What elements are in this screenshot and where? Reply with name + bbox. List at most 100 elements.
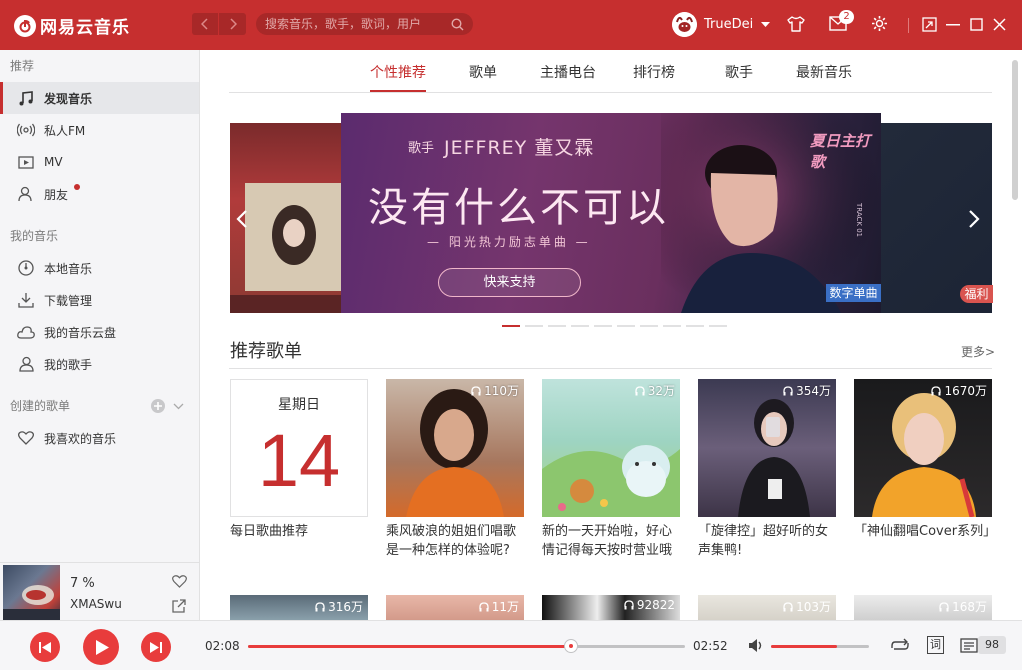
- play-button[interactable]: [83, 629, 119, 665]
- playlist-cover[interactable]: 11万: [386, 595, 524, 620]
- sidebar-item-cloud[interactable]: 我的音乐云盘: [0, 316, 199, 348]
- daily-recommend-card[interactable]: 星期日 14 每日歌曲推荐: [230, 379, 368, 541]
- banner-dot[interactable]: [594, 325, 612, 327]
- headphones-icon: [471, 385, 481, 396]
- download-icon: [17, 292, 35, 308]
- tab-radio[interactable]: 主播电台: [540, 62, 596, 82]
- now-playing-panel[interactable]: 7 % XMASwu: [0, 562, 200, 622]
- playlist-caption[interactable]: 每日歌曲推荐: [230, 522, 372, 541]
- banner-main-slide[interactable]: 歌手 JEFFREY 董又霖 没有什么不可以 — 阳光热力励志单曲 — 快来支持…: [341, 113, 881, 313]
- forward-button[interactable]: [219, 13, 246, 35]
- play-count: 110万: [471, 382, 519, 399]
- banner-prev-arrow-icon[interactable]: [236, 210, 248, 228]
- maximize-icon[interactable]: [970, 18, 983, 31]
- sidebar-item-fm[interactable]: 私人FM: [0, 114, 199, 146]
- banner-dot[interactable]: [617, 325, 635, 327]
- playlist-cover[interactable]: 1670万: [854, 379, 992, 517]
- playlist-caption[interactable]: 新的一天开始啦，好心情记得每天按时营业哦: [542, 522, 684, 560]
- skin-icon[interactable]: [787, 15, 805, 33]
- headphones-icon: [931, 385, 942, 396]
- sidebar-header-my-music: 我的音乐: [10, 229, 59, 243]
- play-count: 354万: [783, 382, 831, 399]
- play-count-value: 11万: [491, 600, 519, 614]
- volume-icon[interactable]: [748, 638, 765, 653]
- playlist-caption[interactable]: 「神仙翻唱Cover系列」: [854, 522, 996, 541]
- search-icon[interactable]: [451, 18, 464, 31]
- lyrics-button[interactable]: 词: [927, 636, 944, 654]
- banner-prev-slide[interactable]: [230, 123, 350, 313]
- play-count: 1670万: [931, 382, 987, 399]
- user-menu[interactable]: TrueDei: [672, 12, 771, 37]
- playlist-cover[interactable]: 92822: [542, 595, 680, 620]
- more-link[interactable]: 更多>: [961, 343, 995, 360]
- sidebar-item-label: 私人FM: [44, 123, 86, 138]
- playlist-cover[interactable]: 168万: [854, 595, 992, 620]
- tab-artists[interactable]: 歌手: [725, 62, 753, 82]
- banner-dot[interactable]: [686, 325, 704, 327]
- album-cover[interactable]: [3, 565, 60, 622]
- sidebar-item-mv[interactable]: MV: [0, 146, 199, 178]
- sidebar-item-discover[interactable]: 发现音乐: [0, 82, 199, 114]
- friends-icon: [17, 186, 35, 202]
- mini-mode-icon[interactable]: [922, 17, 937, 32]
- daily-calendar[interactable]: 星期日 14: [230, 379, 368, 517]
- headphones-icon: [635, 385, 645, 396]
- playlist-caption[interactable]: 「旋律控」超好听的女声集鸭!: [698, 522, 840, 560]
- close-icon[interactable]: [993, 18, 1006, 31]
- sidebar: 推荐 发现音乐 私人FM MV 朋友 我的音乐 本地音乐 下载管理 我的音乐云盘…: [0, 50, 200, 562]
- loop-mode-icon[interactable]: [891, 638, 909, 653]
- playlist-caption[interactable]: 乘风破浪的姐姐们唱歌是一种怎样的体验呢?: [386, 522, 528, 560]
- playlist-card[interactable]: 32万 新的一天开始啦，好心情记得每天按时营业哦: [542, 379, 680, 560]
- playlist-cover[interactable]: 110万: [386, 379, 524, 517]
- banner-support-button[interactable]: 快来支持: [438, 268, 581, 297]
- banner-next-arrow-icon[interactable]: [968, 210, 980, 228]
- banner-dot[interactable]: [640, 325, 658, 327]
- sidebar-item-friends[interactable]: 朋友: [0, 178, 199, 210]
- play-count-value: 316万: [328, 600, 363, 614]
- like-heart-icon[interactable]: [172, 575, 187, 588]
- banner-dot[interactable]: [502, 325, 520, 327]
- tab-personal-recommend[interactable]: 个性推荐: [370, 62, 426, 82]
- friends-label: 朋友: [44, 187, 69, 202]
- tab-charts[interactable]: 排行榜: [633, 62, 675, 82]
- playlist-card[interactable]: 110万 乘风破浪的姐姐们唱歌是一种怎样的体验呢?: [386, 379, 524, 560]
- search-input[interactable]: [265, 16, 445, 32]
- scrollbar-thumb[interactable]: [1012, 60, 1018, 200]
- playlist-cover[interactable]: 316万: [230, 595, 368, 620]
- playlist-card[interactable]: 1670万 「神仙翻唱Cover系列」: [854, 379, 996, 541]
- add-playlist-icon[interactable]: [151, 399, 165, 413]
- banner-dot[interactable]: [525, 325, 543, 327]
- sidebar-item-artists[interactable]: 我的歌手: [0, 348, 199, 380]
- playlist-cover[interactable]: 103万: [698, 595, 836, 620]
- banner-digital-single-tag: 数字单曲: [826, 284, 881, 302]
- tab-playlists[interactable]: 歌单: [469, 62, 497, 82]
- banner-dot[interactable]: [663, 325, 681, 327]
- tab-new-music[interactable]: 最新音乐: [796, 62, 852, 82]
- playlist-icon[interactable]: [960, 638, 978, 653]
- banner-dot[interactable]: [548, 325, 566, 327]
- playlist-count[interactable]: 98: [978, 636, 1006, 654]
- sidebar-item-downloads[interactable]: 下载管理: [0, 284, 199, 316]
- back-button[interactable]: [192, 13, 219, 35]
- sidebar-item-local-music[interactable]: 本地音乐: [0, 252, 199, 284]
- headphones-icon: [939, 601, 949, 612]
- playlist-cover[interactable]: 354万: [698, 379, 836, 517]
- sidebar-item-liked[interactable]: 我喜欢的音乐: [0, 422, 199, 454]
- collapse-chevron-icon[interactable]: [173, 403, 184, 410]
- song-title[interactable]: XMASwu: [70, 597, 122, 611]
- previous-button[interactable]: [30, 632, 60, 662]
- banner-dot[interactable]: [709, 325, 727, 327]
- progress-handle[interactable]: [564, 639, 578, 653]
- next-icon: [150, 641, 162, 653]
- playlist-card[interactable]: 354万 「旋律控」超好听的女声集鸭!: [698, 379, 836, 560]
- app-logo[interactable]: 网易云音乐: [14, 13, 130, 38]
- next-button[interactable]: [141, 632, 171, 662]
- play-count: 32万: [635, 382, 675, 399]
- banner-dot[interactable]: [571, 325, 589, 327]
- gear-icon[interactable]: [871, 15, 888, 32]
- minimize-icon[interactable]: [946, 24, 960, 26]
- search-box: [256, 13, 473, 35]
- share-icon[interactable]: [172, 599, 186, 613]
- play-count: 11万: [479, 598, 519, 615]
- playlist-cover[interactable]: 32万: [542, 379, 680, 517]
